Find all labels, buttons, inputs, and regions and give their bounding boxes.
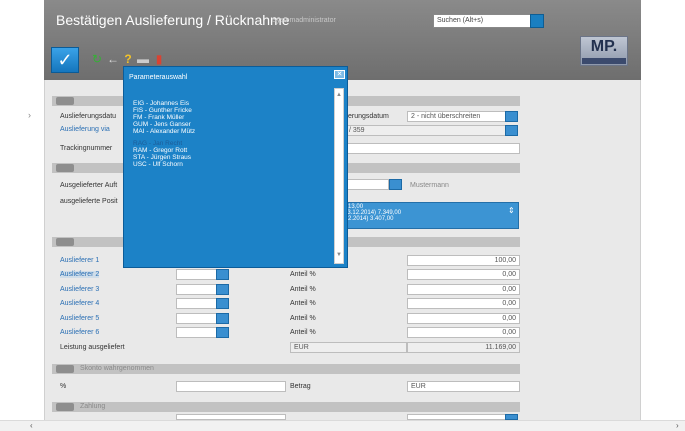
auftrag-lookup-button[interactable] bbox=[389, 179, 402, 190]
scroll-right-icon[interactable]: › bbox=[676, 421, 679, 430]
label-anteil-3: Anteil % bbox=[290, 286, 316, 293]
label-skonto-percent: % bbox=[60, 383, 67, 390]
auslieferung-via-field[interactable]: / 359 bbox=[345, 125, 507, 136]
auslieferer-6-lookup-button[interactable] bbox=[216, 327, 229, 338]
chevron-updown-icon[interactable]: ⇕ bbox=[508, 206, 515, 215]
label-anteil-2: Anteil % bbox=[290, 271, 316, 278]
anteil-2-field[interactable]: 0,00 bbox=[407, 269, 520, 280]
label-auslieferung-via[interactable]: Auslieferung via bbox=[60, 126, 110, 133]
auslieferer-4-field[interactable] bbox=[176, 298, 218, 309]
print-icon[interactable]: ▬ bbox=[136, 52, 150, 66]
label-trackingnummer: Trackingnummer bbox=[60, 145, 113, 152]
label-auslieferer-5[interactable]: Auslieferer 5 bbox=[60, 315, 99, 322]
anteil-5-field[interactable]: 0,00 bbox=[407, 313, 520, 324]
sidebar-toggle-icon[interactable]: › bbox=[28, 110, 36, 124]
pdf-icon[interactable]: ▮ bbox=[152, 52, 166, 66]
page-title: Bestätigen Auslieferung / Rücknahme bbox=[56, 12, 290, 28]
label-anteil-5: Anteil % bbox=[290, 315, 316, 322]
search-button[interactable] bbox=[530, 14, 544, 28]
section-toggle[interactable] bbox=[56, 97, 74, 105]
auslieferer-6-field[interactable] bbox=[176, 327, 218, 338]
back-icon[interactable]: ← bbox=[106, 52, 120, 66]
auslieferer-5-field[interactable] bbox=[176, 313, 218, 324]
label-auslieferer-4[interactable]: Auslieferer 4 bbox=[60, 300, 99, 307]
help-icon[interactable]: ? bbox=[121, 52, 135, 66]
trackingnummer-field[interactable] bbox=[345, 143, 520, 154]
label-betrag: Betrag bbox=[290, 383, 311, 390]
label-auslieferer-1[interactable]: Auslieferer 1 bbox=[60, 257, 99, 264]
anteil-1-field[interactable]: 100,00 bbox=[407, 255, 520, 266]
auslieferer-3-lookup-button[interactable] bbox=[216, 284, 229, 295]
popup-title: Parameterauswahl bbox=[129, 74, 188, 81]
popup-scrollbar[interactable] bbox=[334, 88, 344, 264]
auftrag-field[interactable] bbox=[345, 179, 389, 190]
close-icon[interactable]: ✕ bbox=[334, 70, 345, 79]
left-gutter bbox=[0, 0, 44, 431]
section-title-zahlung: Zahlung bbox=[80, 403, 106, 410]
search-input[interactable]: Suchen (Alt+s) bbox=[433, 14, 543, 28]
anteil-6-field[interactable]: 0,00 bbox=[407, 327, 520, 338]
label-auslieferungsdatum: Auslieferungsdatu bbox=[60, 113, 117, 120]
label-auslieferer-6[interactable]: Auslieferer 6 bbox=[60, 329, 99, 336]
list-item[interactable]: MAI - Alexander Mütz bbox=[133, 128, 195, 135]
label-anteil-6: Anteil % bbox=[290, 329, 316, 336]
label-ausgelieferter-auftrag: Ausgelieferter Auft bbox=[60, 182, 118, 189]
auslieferer-4-lookup-button[interactable] bbox=[216, 298, 229, 309]
scroll-left-icon[interactable]: ‹ bbox=[30, 421, 33, 430]
section-toggle[interactable] bbox=[56, 365, 74, 373]
section-toggle[interactable] bbox=[56, 238, 74, 246]
auslieferer-5-lookup-button[interactable] bbox=[216, 313, 229, 324]
lieferungsdatum-dropdown-button[interactable] bbox=[505, 111, 518, 122]
leistung-currency: EUR bbox=[290, 342, 407, 353]
parameter-list[interactable]: EIG - Johannes Eis FIS - Gunther Fricke … bbox=[129, 88, 334, 264]
horizontal-scrollbar[interactable] bbox=[0, 420, 685, 431]
betrag-currency[interactable]: EUR bbox=[407, 381, 520, 392]
auslieferer-2-field[interactable] bbox=[176, 269, 218, 280]
list-item[interactable]: USC - Ulf Schorn bbox=[133, 161, 183, 168]
right-gutter bbox=[641, 0, 685, 431]
label-anteil-4: Anteil % bbox=[290, 300, 316, 307]
section-bar-zahlung bbox=[52, 402, 520, 412]
confirm-button[interactable]: ✓ bbox=[51, 47, 79, 73]
auslieferung-via-dropdown-button[interactable] bbox=[505, 125, 518, 136]
leistung-value: 11.169,00 bbox=[407, 342, 520, 353]
anteil-3-field[interactable]: 0,00 bbox=[407, 284, 520, 295]
label-auslieferer-2[interactable]: Auslieferer 2 bbox=[60, 271, 100, 278]
auslieferer-2-lookup-button[interactable] bbox=[216, 269, 229, 280]
label-lieferungsdatum: erungsdatum bbox=[348, 113, 389, 120]
scroll-up-icon[interactable]: ▲ bbox=[336, 92, 342, 98]
section-toggle[interactable] bbox=[56, 403, 74, 411]
label-leistung-ausgeliefert: Leistung ausgeliefert bbox=[60, 344, 125, 351]
user-role: Systemadministrator bbox=[272, 17, 336, 24]
label-auslieferer-3[interactable]: Auslieferer 3 bbox=[60, 286, 99, 293]
scroll-down-icon[interactable]: ▼ bbox=[336, 252, 342, 258]
auslieferer-3-field[interactable] bbox=[176, 284, 218, 295]
label-ausgelieferte-positionen: ausgelieferte Posit bbox=[60, 198, 118, 205]
section-toggle[interactable] bbox=[56, 164, 74, 172]
refresh-icon[interactable]: ↻ bbox=[90, 52, 104, 66]
section-title-skonto: Skonto wahrgenommen bbox=[80, 365, 154, 372]
anteil-4-field[interactable]: 0,00 bbox=[407, 298, 520, 309]
logo-subtitle-bar bbox=[582, 58, 626, 64]
customer-name: Mustermann bbox=[410, 182, 449, 189]
lieferungsdatum-select[interactable]: 2 - nicht überschreiten bbox=[407, 111, 507, 122]
skonto-percent-field[interactable] bbox=[176, 381, 286, 392]
